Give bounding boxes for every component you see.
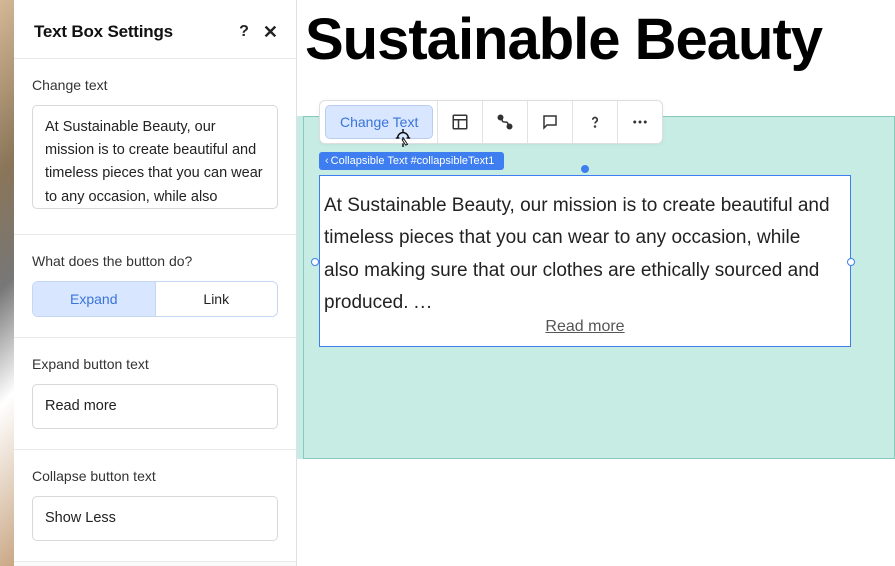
more-options-icon[interactable] <box>618 100 662 144</box>
expand-text-input[interactable] <box>32 384 278 429</box>
toggle-link[interactable]: Link <box>156 282 278 316</box>
text-box-settings-panel: Text Box Settings ? ✕ Change text What d… <box>14 0 297 566</box>
window-background-strip <box>0 0 14 566</box>
help-toolbar-icon[interactable] <box>573 100 617 144</box>
element-tag-label: Collapsible Text #collapsibleText1 <box>331 155 495 167</box>
comment-icon[interactable] <box>528 100 572 144</box>
panel-title: Text Box Settings <box>34 22 173 42</box>
ellipsis: ... <box>414 292 433 313</box>
collapsible-text-content[interactable]: At Sustainable Beauty, our mission is to… <box>324 195 830 313</box>
layout-icon[interactable] <box>438 100 482 144</box>
panel-header-actions: ? ✕ <box>239 23 278 41</box>
read-more-link[interactable]: Read more <box>320 318 850 336</box>
animation-icon[interactable] <box>483 100 527 144</box>
element-tag-chip[interactable]: Collapsible Text #collapsibleText1 <box>319 152 504 170</box>
panel-header: Text Box Settings ? ✕ <box>14 0 296 58</box>
page-title[interactable]: Sustainable Beauty <box>297 0 895 91</box>
element-context-toolbar: Change Text <box>319 100 663 144</box>
collapse-text-input[interactable] <box>32 496 278 541</box>
resize-handle-left[interactable] <box>311 258 319 266</box>
resize-handle-top[interactable] <box>581 165 589 173</box>
change-text-label: Change text <box>32 77 278 93</box>
change-text-section: Change text <box>14 58 296 234</box>
change-text-textarea[interactable] <box>32 105 278 209</box>
expand-text-label: Expand button text <box>32 356 278 372</box>
button-action-label: What does the button do? <box>32 253 278 269</box>
button-action-section: What does the button do? Expand Link <box>14 234 296 337</box>
seo-accessibility-header[interactable]: SEO & accessibility <box>14 561 296 566</box>
resize-handle-right[interactable] <box>847 258 855 266</box>
collapse-text-section: Collapse button text <box>14 449 296 561</box>
toggle-expand[interactable]: Expand <box>33 282 156 316</box>
change-text-button[interactable]: Change Text <box>325 105 433 139</box>
close-icon[interactable]: ✕ <box>263 23 278 41</box>
expand-text-section: Expand button text <box>14 337 296 449</box>
help-icon[interactable]: ? <box>239 23 249 41</box>
button-action-toggle: Expand Link <box>32 281 278 317</box>
collapsible-text-element[interactable]: At Sustainable Beauty, our mission is to… <box>319 175 851 347</box>
editor-canvas[interactable]: Sustainable Beauty Change Text Collapsib… <box>297 0 895 566</box>
collapse-text-label: Collapse button text <box>32 468 278 484</box>
